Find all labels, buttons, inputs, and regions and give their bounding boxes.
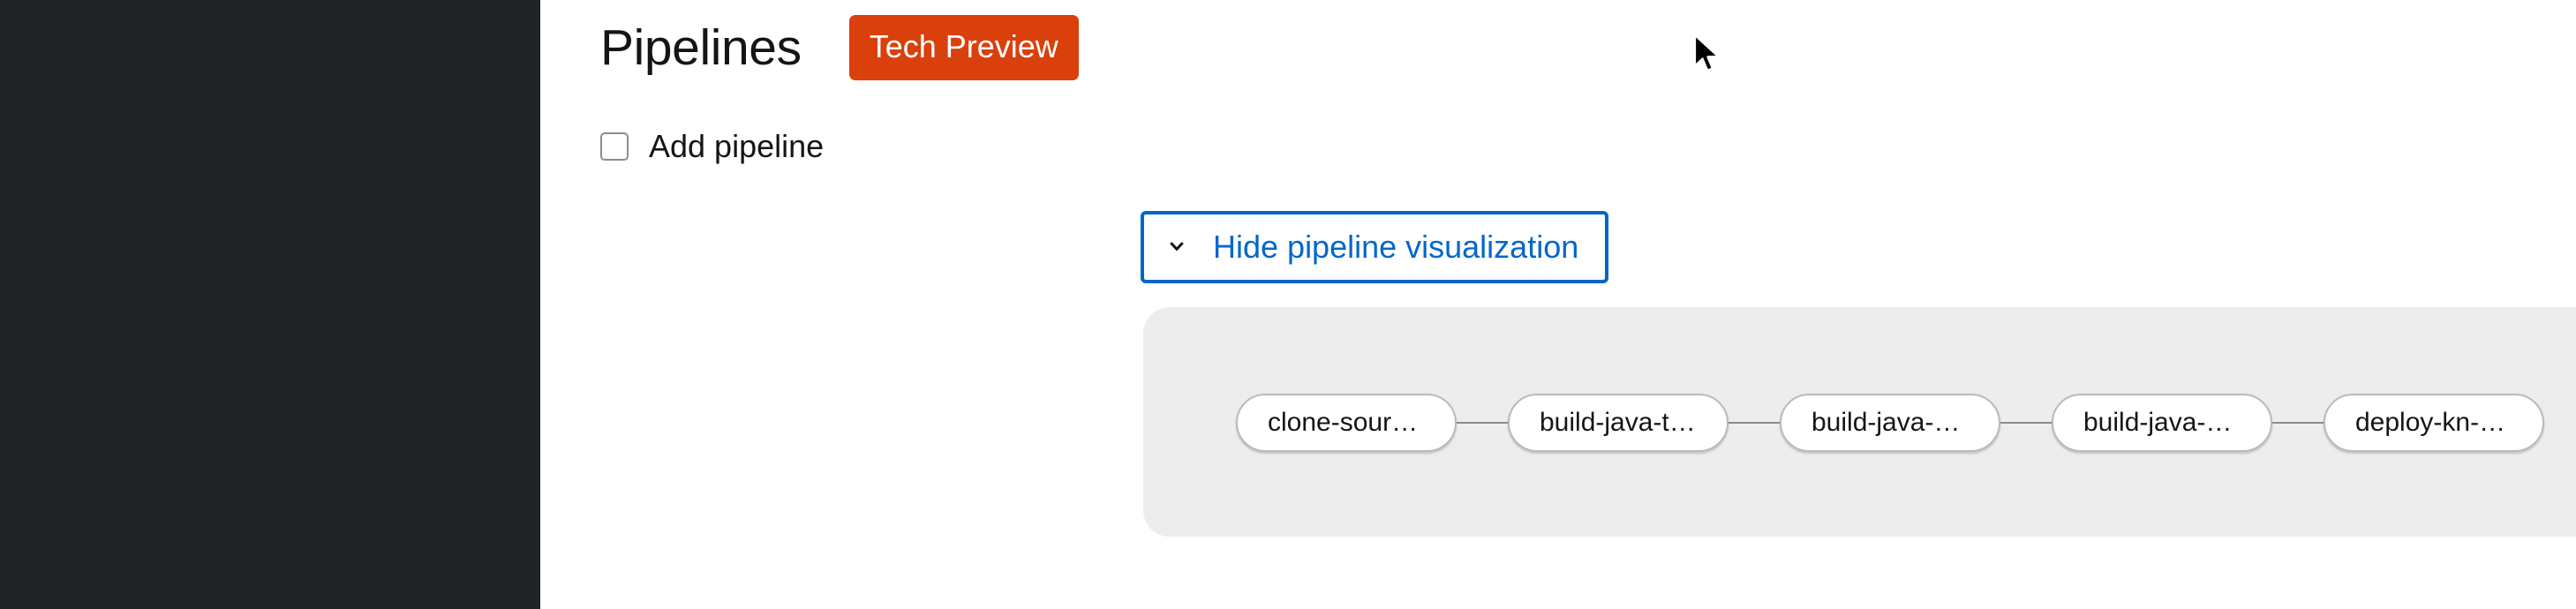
pipeline-task-label: deploy-kn-service: [2355, 410, 2512, 436]
tech-preview-badge: Tech Preview: [848, 15, 1079, 80]
pipeline-task-label: build-java-app-i...: [2083, 410, 2241, 436]
add-pipeline-row: Add pipeline: [600, 125, 824, 168]
add-pipeline-checkbox[interactable]: [600, 132, 629, 161]
mouse-cursor: [1693, 34, 1723, 76]
pipeline-task-node[interactable]: clone-sources: [1236, 394, 1457, 452]
pipeline-edge: [2000, 422, 2052, 424]
pipeline-task-label: clone-sources: [1268, 410, 1425, 436]
add-pipeline-label[interactable]: Add pipeline: [649, 131, 824, 162]
page-title: Pipelines: [600, 19, 802, 76]
hide-pipeline-visualization-label: Hide pipeline visualization: [1213, 229, 1579, 265]
pipeline-task-label: build-java-app: [1811, 410, 1969, 436]
pipeline-edge: [1457, 422, 1508, 424]
pipeline-task-node[interactable]: build-java-app-i...: [2052, 394, 2272, 452]
pipeline-edge: [1729, 422, 1780, 424]
chevron-down-icon: [1165, 236, 1188, 259]
pipeline-task-node[interactable]: build-java-test: [1508, 394, 1729, 452]
app-root: Pipelines Tech Preview Add pipeline Hide…: [0, 0, 2576, 609]
main-content: Pipelines Tech Preview Add pipeline Hide…: [540, 0, 2576, 609]
page-header: Pipelines Tech Preview: [600, 15, 1079, 80]
pipeline-node-chain: clone-sources build-java-test build-java-a…: [1236, 394, 2544, 452]
hide-pipeline-visualization-button[interactable]: Hide pipeline visualization: [1141, 211, 1609, 283]
pipeline-visualization-panel: clone-sources build-java-test build-java-a…: [1143, 307, 2576, 537]
pipeline-task-label: build-java-test: [1540, 410, 1697, 436]
pipeline-graph: clone-sources build-java-test build-java-a…: [1143, 307, 2576, 537]
pipeline-task-node[interactable]: build-java-app: [1780, 394, 2000, 452]
pipeline-task-node[interactable]: deploy-kn-service: [2324, 394, 2544, 452]
pipeline-edge: [2272, 422, 2324, 424]
sidebar-rail: [0, 0, 540, 609]
